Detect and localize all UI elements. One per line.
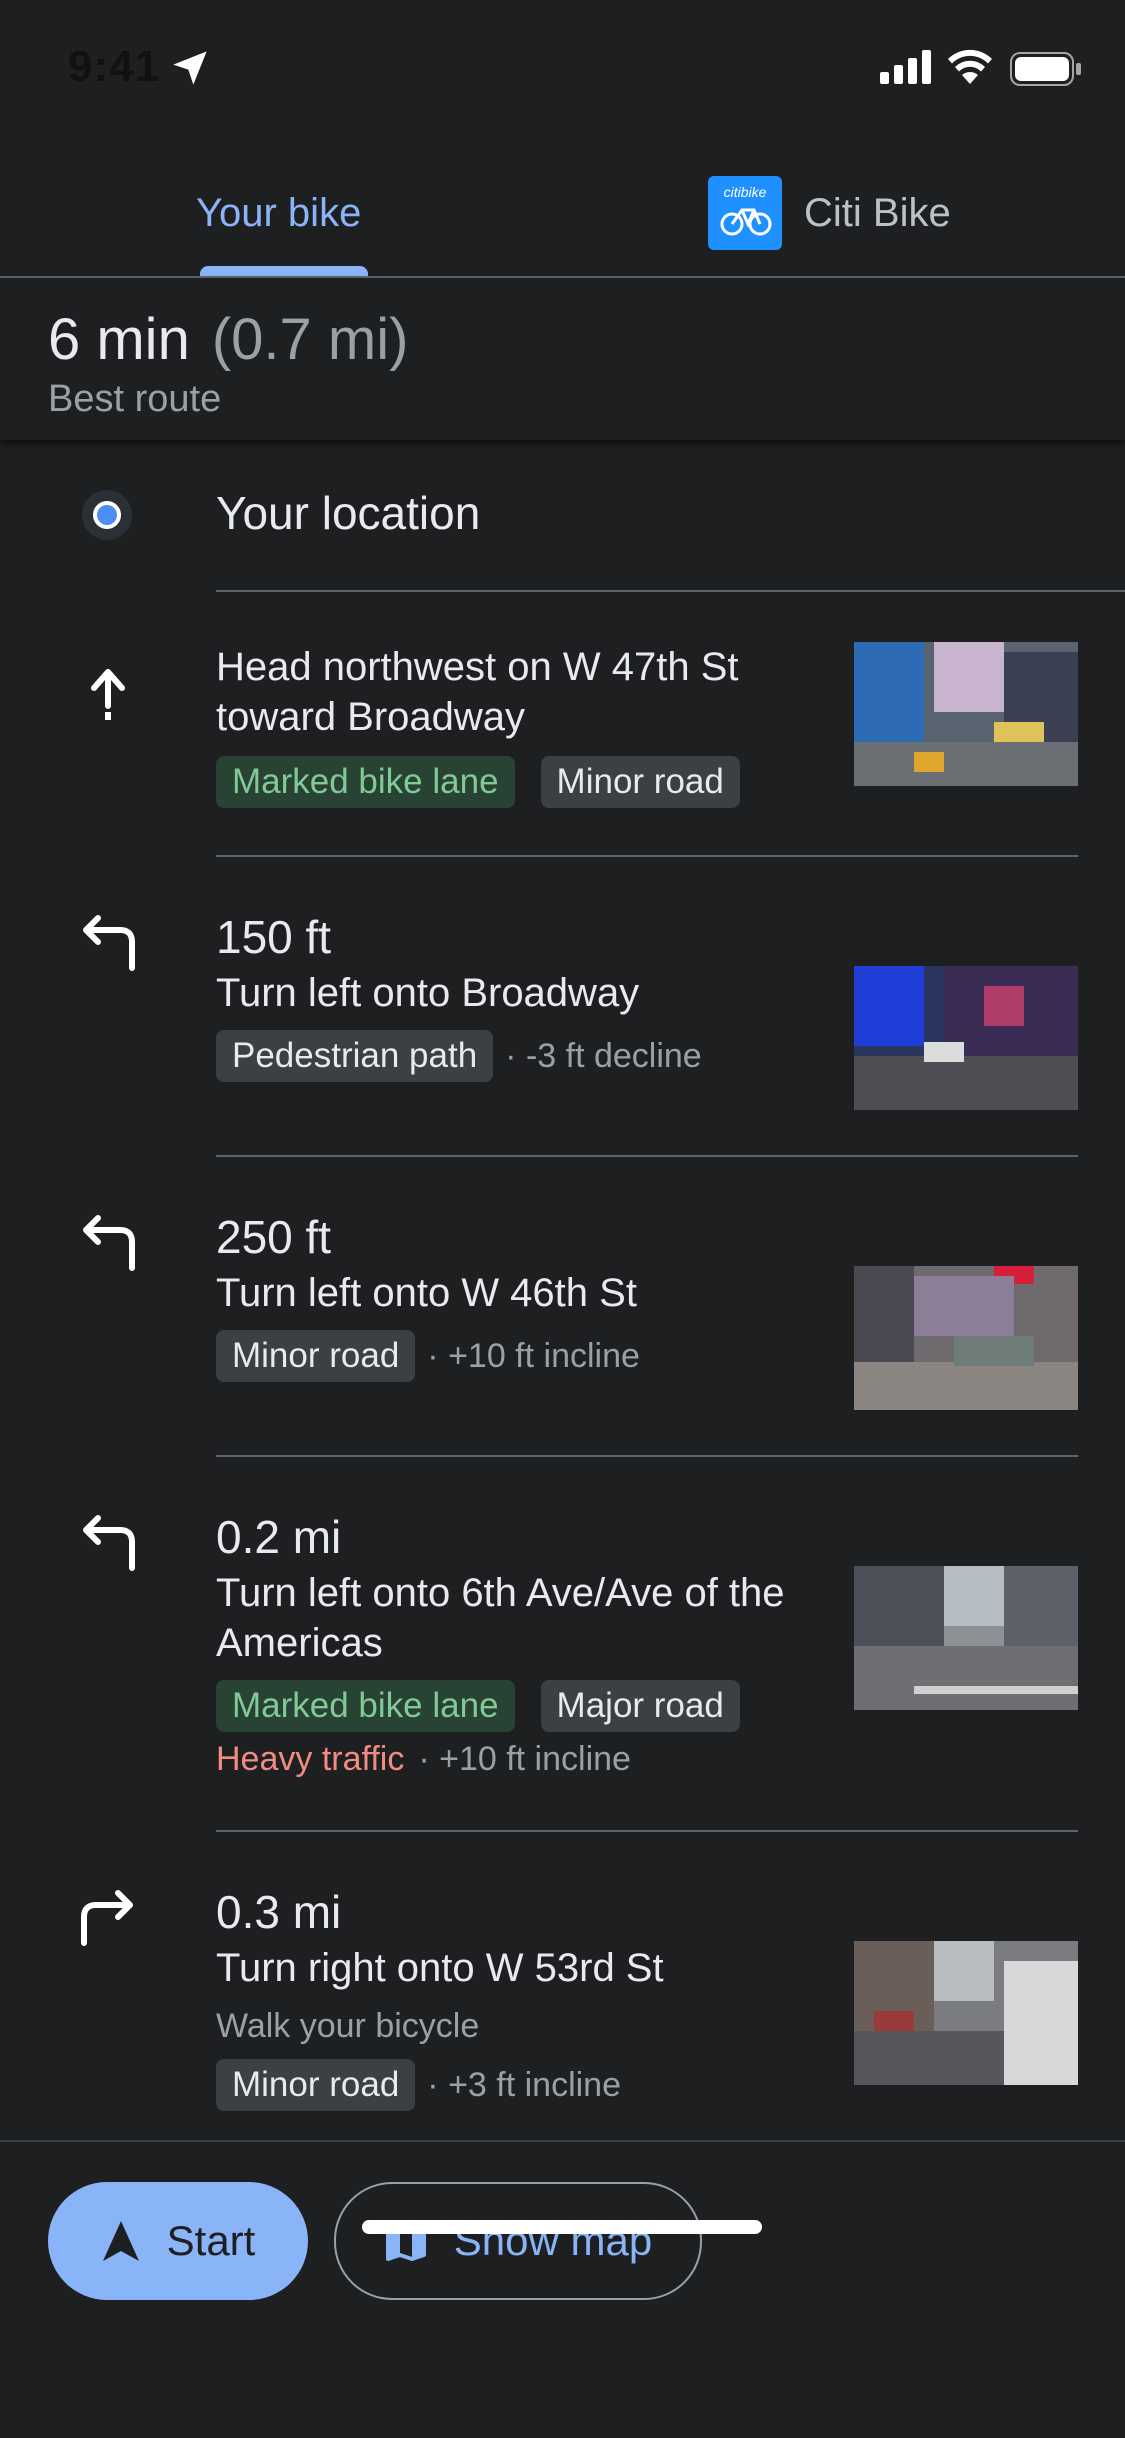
start-button-label: Start: [166, 2217, 256, 2264]
route-label: Best route: [48, 378, 222, 420]
bottom-action-bar: Start Show map: [0, 2140, 1125, 2438]
step-instruction: Turn left onto 6th Ave/Ave of the Americ…: [216, 1571, 785, 1665]
wifi-icon: [948, 49, 992, 84]
road-type-chip: Minor road: [216, 2059, 416, 2111]
step-chips: Minor road · +3 ft incline: [216, 2059, 621, 2111]
divider: [216, 1155, 1078, 1157]
step-chips: Marked bike lane Minor road: [216, 756, 766, 808]
divider: [216, 855, 1078, 857]
divider: [216, 590, 1125, 592]
road-type-chip: Marked bike lane: [216, 1680, 515, 1732]
step-distance: 250 ft: [216, 1211, 332, 1263]
road-type-chip: Minor road: [540, 756, 740, 808]
road-type-chip: Marked bike lane: [216, 756, 515, 808]
tab-citi-bike-label: Citi Bike: [804, 190, 951, 235]
show-map-button[interactable]: Show map: [334, 2182, 702, 2300]
step-chips: Marked bike lane Major road: [216, 1680, 766, 1732]
step-instruction: Head northwest on W 47th St toward Broad…: [216, 645, 739, 739]
turn-left-icon: [83, 1215, 135, 1271]
elevation-text: · +3 ft incline: [427, 2065, 622, 2104]
elevation-text: · +10 ft incline: [418, 1740, 631, 1778]
street-view-thumbnail[interactable]: [854, 642, 1078, 786]
route-summary: 6 min (0.7 mi) Best route: [0, 278, 1125, 440]
route-distance: (0.7 mi): [211, 307, 409, 372]
step-distance: 0.3 mi: [216, 1886, 342, 1938]
street-view-thumbnail[interactable]: [854, 966, 1078, 1110]
tab-your-bike-label: Your bike: [196, 190, 362, 235]
origin-row: Your location: [0, 470, 1125, 560]
origin-label: Your location: [216, 487, 481, 539]
status-bar: 9:41: [0, 0, 1125, 130]
status-time: 9:41: [68, 42, 161, 91]
turn-left-icon: [83, 1515, 135, 1571]
road-type-chip: Major road: [540, 1680, 740, 1732]
mode-tabs: Your bike citibike Citi Bike: [0, 150, 1125, 278]
street-view-thumbnail[interactable]: [854, 1941, 1078, 2085]
start-button[interactable]: Start: [48, 2182, 308, 2300]
step-instruction: Turn left onto W 46th St: [216, 1271, 637, 1315]
step-chips: Minor road · +10 ft incline: [216, 1330, 640, 1382]
current-location-icon: [82, 490, 132, 540]
straight-arrow-icon: [91, 669, 125, 720]
navigation-arrow-icon: [102, 2221, 139, 2261]
turn-left-icon: [83, 915, 135, 971]
road-type-chip: Pedestrian path: [216, 1030, 494, 1082]
street-view-thumbnail[interactable]: [854, 1266, 1078, 1410]
turn-right-icon: [81, 1890, 133, 1946]
step-meta: Heavy traffic · +10 ft incline: [216, 1740, 631, 1779]
step-distance: 150 ft: [216, 911, 332, 963]
route-duration: 6 min (0.7 mi): [48, 307, 409, 372]
step-distance: 0.2 mi: [216, 1511, 342, 1563]
active-tab-indicator: [200, 266, 368, 276]
step-note: Walk your bicycle: [216, 2007, 480, 2045]
tab-your-bike[interactable]: Your bike: [196, 150, 361, 276]
step-instruction: Turn left onto Broadway: [216, 971, 640, 1015]
road-type-chip: Minor road: [216, 1330, 416, 1382]
elevation-text: · +10 ft incline: [427, 1336, 640, 1375]
elevation-text: · -3 ft decline: [505, 1036, 702, 1075]
street-view-thumbnail[interactable]: [854, 1566, 1078, 1710]
home-indicator[interactable]: [362, 2220, 762, 2234]
battery-icon: [1010, 52, 1081, 86]
step-chips: Pedestrian path · -3 ft decline: [216, 1030, 702, 1082]
tab-citi-bike[interactable]: citibike Citi Bike: [708, 150, 951, 276]
step-instruction: Turn right onto W 53rd St: [216, 1946, 664, 1990]
location-arrow-icon: [173, 51, 207, 85]
cellular-signal-icon: [880, 50, 931, 84]
divider: [216, 1455, 1078, 1457]
citi-bike-logo: citibike: [708, 176, 782, 250]
divider: [216, 1830, 1078, 1832]
traffic-status: Heavy traffic: [216, 1740, 405, 1778]
